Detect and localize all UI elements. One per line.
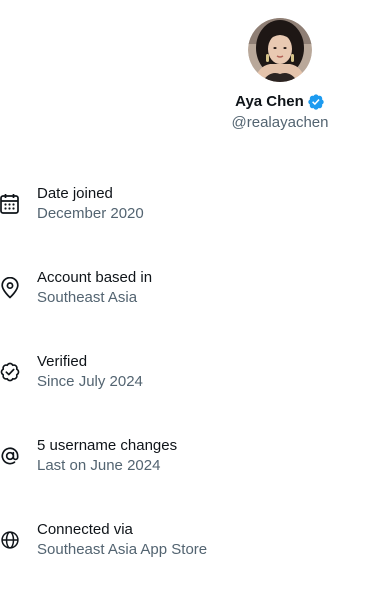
date-joined-label: Date joined (37, 185, 113, 202)
about-account-list: Date joined December 2020 Account based … (0, 182, 367, 602)
username-changes-value: Last on June 2024 (37, 457, 161, 474)
verified-badge-icon[interactable] (307, 93, 325, 111)
profile-header: Aya Chen @realayachen (200, 18, 360, 133)
avatar[interactable] (248, 18, 312, 82)
date-joined-value: December 2020 (37, 205, 144, 222)
list-item-text: Verified Since July 2024 (37, 352, 143, 392)
location-pin-icon (1, 277, 19, 299)
username-handle[interactable]: @realayachen (232, 113, 329, 133)
list-item-text: Connected via Southeast Asia App Store (37, 520, 207, 560)
display-name[interactable]: Aya Chen (235, 92, 304, 112)
connected-via-label: Connected via (37, 521, 133, 538)
list-item-account-location: Account based in Southeast Asia (0, 266, 367, 350)
verified-check-icon (0, 362, 20, 382)
at-sign-icon (1, 447, 19, 465)
connected-via-value: Southeast Asia App Store (37, 541, 208, 558)
list-item-text: 5 username changes Last on June 2024 (37, 436, 177, 476)
verified-value: Since July 2024 (37, 373, 143, 390)
account-location-label: Account based in (37, 269, 153, 286)
list-item-text: Account based in Southeast Asia (37, 268, 152, 308)
globe-icon (1, 531, 19, 549)
list-item-text: Date joined December 2020 (37, 184, 144, 224)
username-changes-label: 5 username changes (37, 437, 178, 454)
list-item-date-joined: Date joined December 2020 (0, 182, 367, 266)
list-item-username-changes: 5 username changes Last on June 2024 (0, 434, 367, 518)
account-location-value: Southeast Asia (37, 289, 138, 306)
verified-label: Verified (37, 353, 88, 370)
list-item-verified: Verified Since July 2024 (0, 350, 367, 434)
calendar-icon (0, 194, 19, 214)
name-row: Aya Chen (235, 92, 325, 112)
list-item-connected-via: Connected via Southeast Asia App Store (0, 518, 367, 602)
